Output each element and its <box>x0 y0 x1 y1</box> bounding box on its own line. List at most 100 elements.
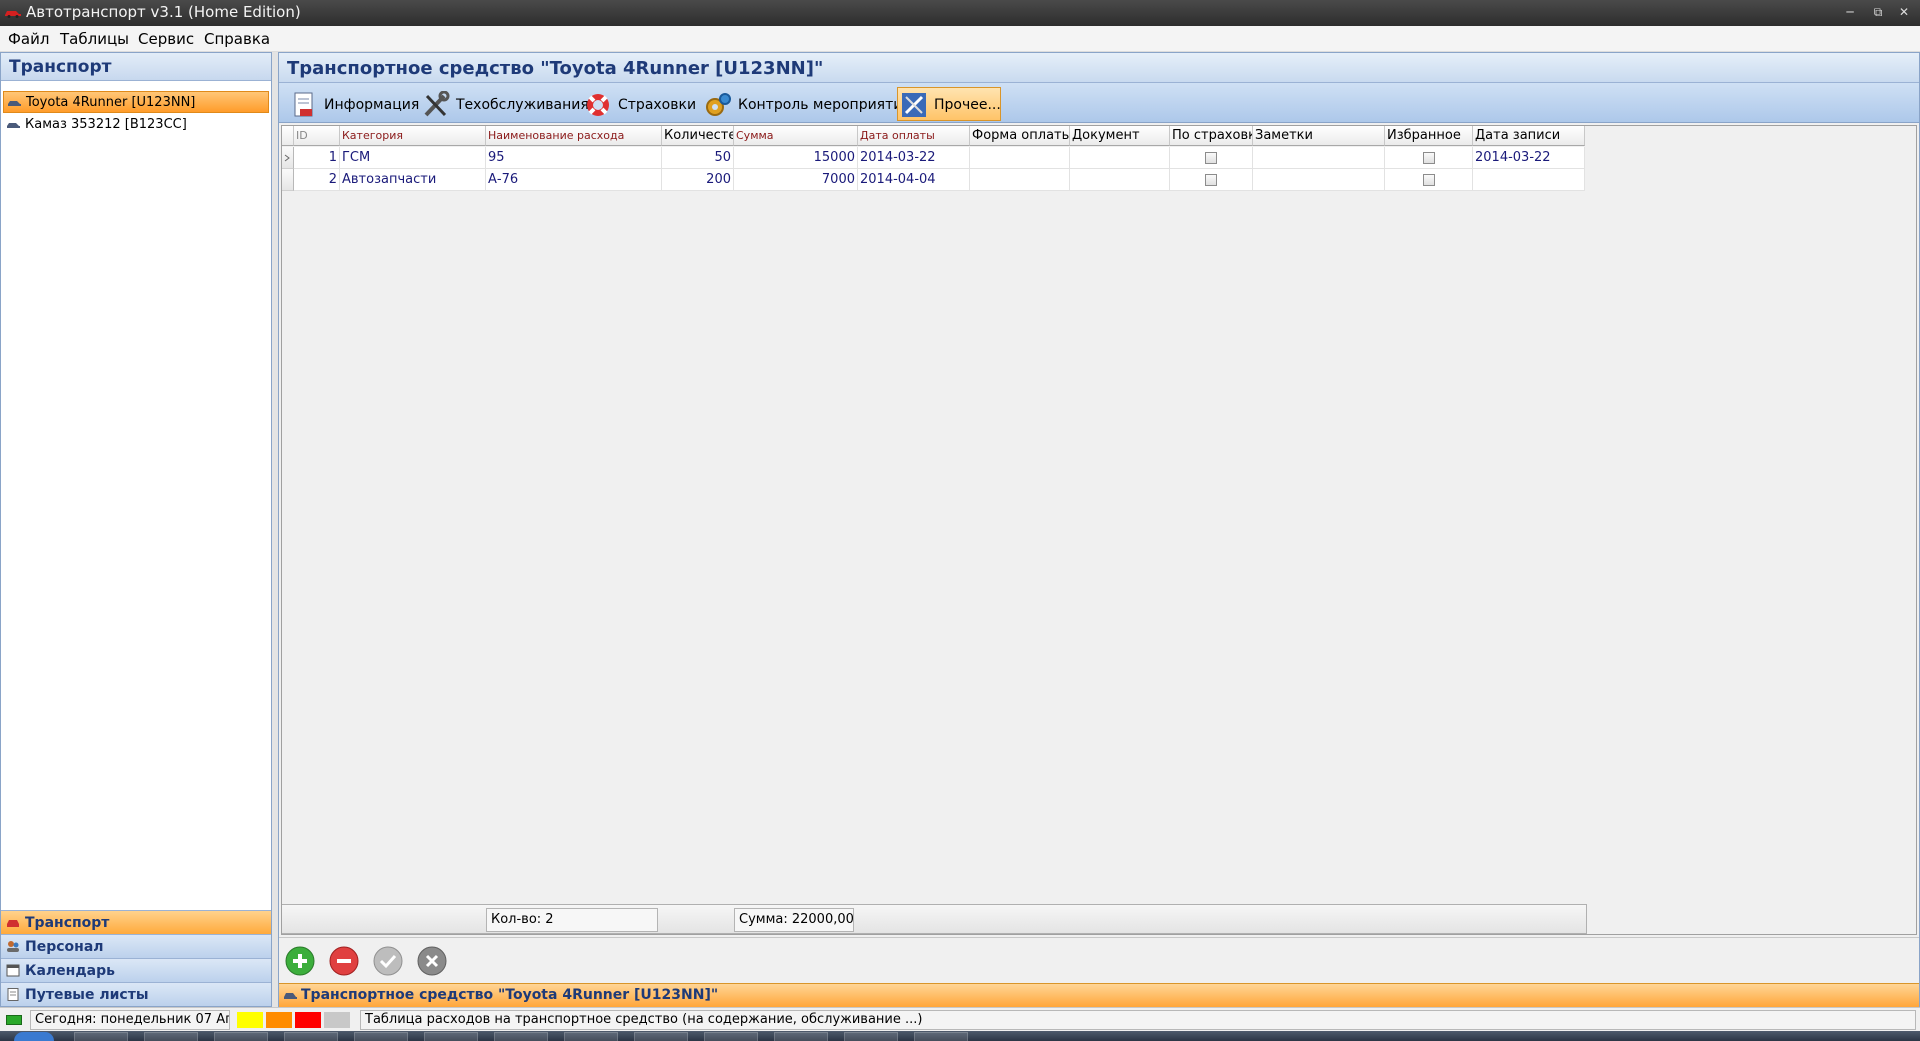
cell-favorite[interactable] <box>1385 147 1473 169</box>
delete-button[interactable] <box>329 946 359 976</box>
cell-favorite[interactable] <box>1385 169 1473 191</box>
cell-qty[interactable]: 50 <box>662 147 734 169</box>
cell-pay-form[interactable] <box>970 169 1070 191</box>
cell-name[interactable]: 95 <box>486 147 662 169</box>
cell-sum[interactable]: 15000 <box>734 147 858 169</box>
column-header[interactable]: ID <box>294 126 340 146</box>
insurance-checkbox[interactable] <box>1205 173 1217 186</box>
insurance-checkbox[interactable] <box>1205 151 1217 164</box>
taskbar-button[interactable] <box>144 1032 198 1041</box>
minimize-button[interactable]: ─ <box>1840 4 1860 20</box>
tab-events[interactable]: Контроль мероприятий <box>701 87 911 121</box>
taskbar-button[interactable] <box>424 1032 478 1041</box>
cell-qty[interactable]: 200 <box>662 169 734 191</box>
cell-pay-date[interactable]: 2014-04-04 <box>858 169 970 191</box>
nav-calendar[interactable]: Календарь <box>1 958 271 982</box>
row-indicator[interactable] <box>282 169 294 191</box>
tab-bar: Информация Техобслуживания Страховки Кон… <box>279 83 1919 123</box>
taskbar-button[interactable] <box>284 1032 338 1041</box>
cell-pay-date[interactable]: 2014-03-22 <box>858 147 970 169</box>
tree-item-kamaz[interactable]: Камаз 353212 [B123CC] <box>3 114 269 136</box>
cell-category[interactable]: Автозапчасти <box>340 169 486 191</box>
taskbar-button[interactable] <box>914 1032 968 1041</box>
menu-help[interactable]: Справка <box>204 30 270 48</box>
cancel-button[interactable] <box>417 946 447 976</box>
row-indicator[interactable] <box>282 147 294 169</box>
cell-record-date[interactable]: 2014-03-22 <box>1473 147 1585 169</box>
column-header[interactable]: Дата записи <box>1473 126 1585 146</box>
column-header[interactable]: Документ <box>1070 126 1170 146</box>
cell-document[interactable] <box>1070 147 1170 169</box>
start-button[interactable] <box>14 1032 54 1041</box>
add-button[interactable] <box>285 946 315 976</box>
nav-personnel[interactable]: Персонал <box>1 934 271 958</box>
os-taskbar <box>0 1031 1920 1041</box>
taskbar-button[interactable] <box>704 1032 758 1041</box>
cell-notes[interactable] <box>1253 147 1385 169</box>
cell-category[interactable]: ГСМ <box>340 147 486 169</box>
tab-label: Техобслуживания <box>456 97 589 113</box>
restore-button[interactable]: ⧉ <box>1868 4 1888 20</box>
column-header[interactable]: Наименование расхода <box>486 126 662 146</box>
tab-other[interactable]: Прочее... <box>897 87 1001 121</box>
taskbar-button[interactable] <box>634 1032 688 1041</box>
favorite-checkbox[interactable] <box>1422 151 1435 164</box>
column-header[interactable]: Дата оплаты <box>858 126 970 146</box>
cell-id[interactable]: 2 <box>294 169 340 191</box>
apply-button[interactable] <box>373 946 403 976</box>
column-header[interactable]: Форма оплаты <box>970 126 1070 146</box>
taskbar-button[interactable] <box>564 1032 618 1041</box>
info-document-icon <box>294 92 313 117</box>
taskbar-button[interactable] <box>214 1032 268 1041</box>
cell-record-date[interactable] <box>1473 169 1585 191</box>
tab-info[interactable]: Информация <box>287 87 420 121</box>
column-header[interactable]: Количесте <box>662 126 734 146</box>
cell-name[interactable]: А-76 <box>486 169 662 191</box>
favorite-checkbox[interactable] <box>1422 173 1435 186</box>
left-panel: Транспорт Toyota 4Runner [U123NN] Камаз … <box>0 52 272 1007</box>
cell-pay-form[interactable] <box>970 147 1070 169</box>
column-header[interactable]: Категория <box>340 126 486 146</box>
calendar-icon <box>6 964 20 977</box>
cell-document[interactable] <box>1070 169 1170 191</box>
gears-icon <box>706 93 731 116</box>
taskbar-button[interactable] <box>74 1032 128 1041</box>
car-app-icon <box>5 11 21 18</box>
tab-insurance[interactable]: Страховки <box>581 87 699 121</box>
status-message: Таблица расходов на транспортное средств… <box>360 1010 1916 1030</box>
tab-label: Страховки <box>618 97 697 113</box>
nav-waybills[interactable]: Путевые листы <box>1 982 271 1006</box>
cell-id[interactable]: 1 <box>294 147 340 169</box>
menu-bar: Файл Таблицы Сервис Справка <box>0 26 1920 52</box>
menu-file[interactable]: Файл <box>8 30 49 48</box>
cell-insurance[interactable] <box>1170 169 1253 191</box>
current-vehicle-label: Транспортное средство "Toyota 4Runner [U… <box>301 987 719 1003</box>
status-swatch-gray <box>324 1012 350 1028</box>
tab-label: Информация <box>324 97 420 113</box>
tab-label: Контроль мероприятий <box>738 97 912 113</box>
nav-transport[interactable]: Транспорт <box>1 910 271 934</box>
tab-maintenance[interactable]: Техобслуживания <box>419 87 589 121</box>
taskbar-button[interactable] <box>844 1032 898 1041</box>
tools-icon <box>902 93 926 117</box>
cell-sum[interactable]: 7000 <box>734 169 858 191</box>
column-header[interactable]: Заметки <box>1253 126 1385 146</box>
close-button[interactable]: ✕ <box>1894 4 1914 20</box>
status-swatch-yellow <box>237 1012 263 1028</box>
menu-tables[interactable]: Таблицы <box>60 30 129 48</box>
taskbar-button[interactable] <box>774 1032 828 1041</box>
nav-label: Персонал <box>25 939 104 955</box>
window-title: Автотранспорт v3.1 (Home Edition) <box>26 3 301 21</box>
column-header[interactable]: Избранное <box>1385 126 1473 146</box>
tree-item-toyota[interactable]: Toyota 4Runner [U123NN] <box>3 91 269 113</box>
taskbar-button[interactable] <box>494 1032 548 1041</box>
grid-footer: Кол-во: 2 Сумма: 22000,00 <box>282 904 1587 934</box>
column-header[interactable]: Сумма <box>734 126 858 146</box>
cell-insurance[interactable] <box>1170 147 1253 169</box>
column-header[interactable]: По страховк <box>1170 126 1253 146</box>
main-header: Транспортное средство "Toyota 4Runner [U… <box>279 53 1919 83</box>
cell-notes[interactable] <box>1253 169 1385 191</box>
nav-label: Путевые листы <box>25 987 149 1003</box>
taskbar-button[interactable] <box>354 1032 408 1041</box>
menu-service[interactable]: Сервис <box>138 30 194 48</box>
